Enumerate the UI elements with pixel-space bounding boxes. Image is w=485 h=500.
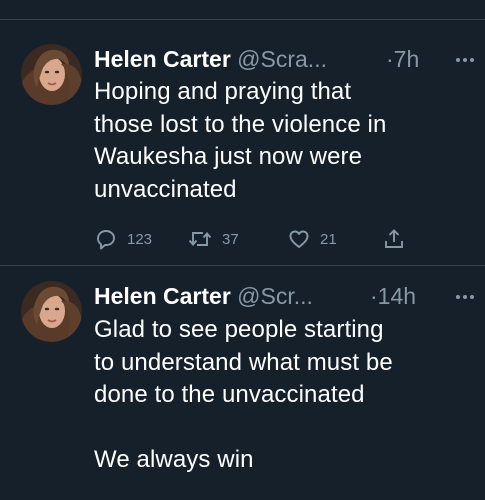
tweet-text: Glad to see people starting to understan… <box>94 316 393 473</box>
heart-icon <box>287 227 311 251</box>
avatar[interactable] <box>21 44 82 105</box>
tweet[interactable]: Helen Carter @Scra... ·7h Hoping and pra… <box>0 20 485 265</box>
action-bar: 123 37 21 <box>94 224 414 254</box>
tweet-header: Helen Carter @Scr... ·14h <box>94 280 479 312</box>
tweet[interactable]: Helen Carter @Scr... ·14h Glad to see pe… <box>0 266 485 500</box>
share-button[interactable] <box>382 224 406 254</box>
like-button[interactable]: 21 <box>287 224 337 254</box>
tweet-text: Hoping and praying that those lost to th… <box>94 78 387 203</box>
more-icon[interactable] <box>455 280 479 312</box>
share-icon <box>382 227 406 251</box>
user-handle[interactable]: @Scra... <box>237 46 327 72</box>
retweet-icon <box>187 227 213 251</box>
separator-dot: · <box>386 46 394 72</box>
timestamp[interactable]: 7h <box>394 46 420 72</box>
reply-button[interactable]: 123 <box>94 224 152 254</box>
retweet-button[interactable]: 37 <box>187 224 239 254</box>
separator-dot: · <box>370 283 378 309</box>
user-handle[interactable]: @Scr... <box>237 283 313 309</box>
reply-count: 123 <box>127 230 153 248</box>
display-name[interactable]: Helen Carter <box>94 283 231 309</box>
avatar[interactable] <box>21 281 82 342</box>
like-count: 21 <box>320 230 337 248</box>
reply-icon <box>94 227 118 251</box>
display-name[interactable]: Helen Carter <box>94 46 231 72</box>
more-icon[interactable] <box>455 43 479 75</box>
timestamp[interactable]: 14h <box>378 283 416 309</box>
retweet-count: 37 <box>222 230 239 248</box>
tweet-header: Helen Carter @Scra... ·7h <box>94 43 479 75</box>
